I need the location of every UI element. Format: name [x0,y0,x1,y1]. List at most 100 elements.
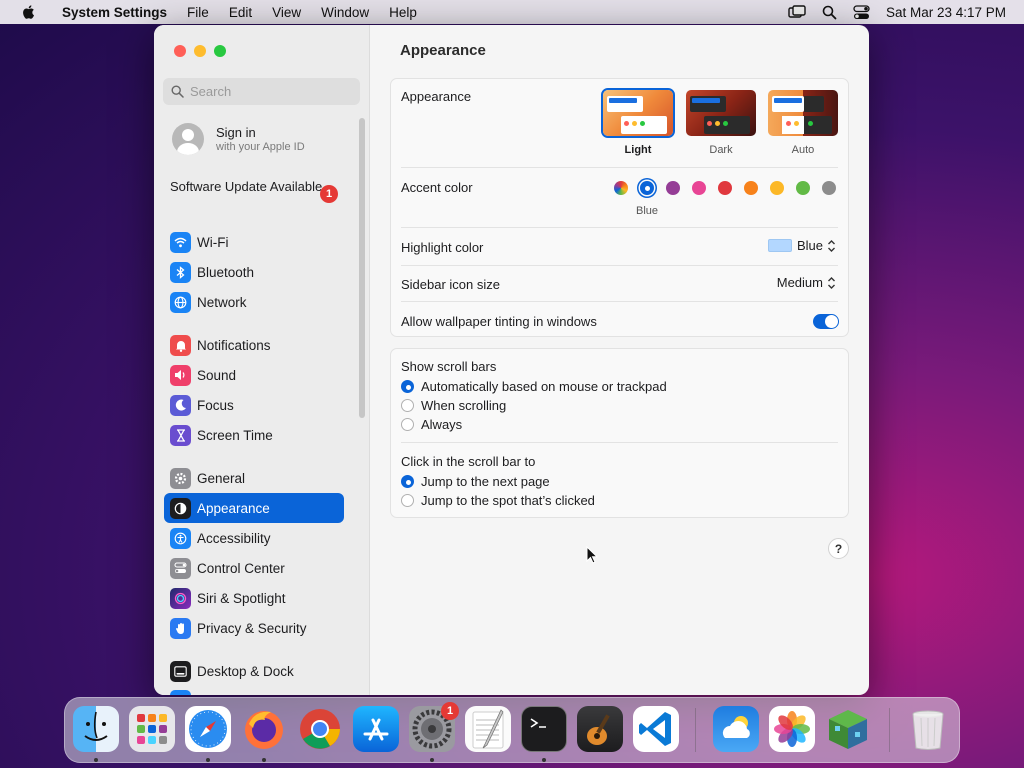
accent-multicolor[interactable] [614,181,628,195]
accent-red[interactable] [718,181,732,195]
sidebar-item-appearance[interactable]: Appearance [164,493,344,523]
close-button[interactable] [174,45,186,57]
mouse-pointer-icon [586,546,598,564]
highlight-color-popup[interactable]: Blue [767,238,836,253]
sidebar-item-privacy-security[interactable]: Privacy & Security [164,613,344,643]
garageband-icon[interactable] [577,706,623,752]
wifi-icon [170,231,191,253]
search-field[interactable]: Search [163,78,360,105]
screen-mirroring-icon[interactable] [788,5,806,19]
sidebar-item-bluetooth[interactable]: Bluetooth [164,257,344,287]
accent-color-label: Accent color [401,180,473,195]
textedit-icon[interactable] [465,706,511,752]
sidebar-item-accessibility[interactable]: Accessibility [164,523,344,553]
sidebar-item-partial [170,690,191,695]
photos-icon[interactable] [769,706,815,752]
scrollbar-option-label: When scrolling [421,398,507,413]
software-update-item[interactable]: Software Update Available [170,179,340,195]
click-option-spot-clicked[interactable]: Jump to the spot that’s clicked [401,493,838,508]
scrollbar-option-always[interactable]: Always [401,417,838,432]
weather-icon[interactable] [713,706,759,752]
light-thumbnail [603,90,673,136]
menu-clock[interactable]: Sat Mar 23 4:17 PM [886,5,1006,20]
sidebar-scrollbar[interactable] [359,118,365,418]
sidebar-item-network[interactable]: Network [164,287,344,317]
sidebar-item-control-center[interactable]: Control Center [164,553,344,583]
accent-orange[interactable] [744,181,758,195]
launchpad-icon[interactable] [129,706,175,752]
radio-button[interactable] [401,380,414,393]
click-option-next-page[interactable]: Jump to the next page [401,474,838,489]
accent-green[interactable] [796,181,810,195]
help-button[interactable]: ? [828,538,849,559]
divider [401,227,838,228]
sidebar-icon-size-value: Medium [776,275,823,290]
trash-icon[interactable] [905,706,951,752]
running-indicator [430,758,434,762]
accessibility-icon [170,527,191,549]
menu-help[interactable]: Help [379,5,427,20]
radio-button[interactable] [401,494,414,507]
hand-icon [170,617,191,639]
terminal-icon[interactable] [521,706,567,752]
globe-icon [170,291,191,313]
highlight-color-value: Blue [796,238,823,253]
accent-purple[interactable] [666,181,680,195]
siri-icon [170,587,191,609]
appearance-option-auto[interactable] [768,90,838,136]
speaker-icon [170,364,191,386]
vscode-icon[interactable] [633,706,679,752]
auto-label: Auto [791,144,815,156]
show-scroll-bars-header: Show scroll bars [401,359,838,374]
radio-button[interactable] [401,475,414,488]
menu-file[interactable]: File [177,5,219,20]
highlight-swatch [767,239,792,252]
scrollbar-option-automatic[interactable]: Automatically based on mouse or trackpad [401,379,838,394]
finder-icon[interactable] [73,706,119,752]
sidebar-item-notifications[interactable]: Notifications [164,330,344,360]
divider [401,301,838,302]
app-store-icon[interactable] [353,706,399,752]
appearance-settings-card: Appearance Light Dark Auto Accent color … [390,78,849,337]
minimize-button[interactable] [194,45,206,57]
highlight-color-label: Highlight color [401,240,484,255]
menu-app-name[interactable]: System Settings [52,5,177,20]
divider [401,442,838,443]
sidebar-item-label: Focus [197,397,234,413]
sidebar-icon-size-popup[interactable]: Medium [777,275,836,290]
sign-in-title: Sign in [216,125,256,140]
radio-button[interactable] [401,418,414,431]
firefox-icon[interactable] [241,706,287,752]
sidebar-item-siri-spotlight[interactable]: Siri & Spotlight [164,583,344,613]
system-settings-icon[interactable]: 1 [409,702,459,752]
sidebar-item-wifi[interactable]: Wi-Fi [164,227,344,257]
apple-logo-icon[interactable] [18,4,38,20]
spotlight-search-icon[interactable] [822,5,837,20]
chrome-icon[interactable] [297,706,343,752]
sidebar-item-screen-time[interactable]: Screen Time [164,420,344,450]
accent-blue[interactable] [640,181,654,195]
sidebar-item-focus[interactable]: Focus [164,390,344,420]
minecraft-icon[interactable] [825,706,871,752]
sidebar-item-general[interactable]: General [164,463,344,493]
sidebar-item-desktop-dock[interactable]: Desktop & Dock [164,656,344,686]
zoom-button[interactable] [214,45,226,57]
menu-view[interactable]: View [262,5,311,20]
control-center-icon[interactable] [853,4,870,20]
radio-button[interactable] [401,399,414,412]
menu-edit[interactable]: Edit [219,5,262,20]
accent-graphite[interactable] [822,181,836,195]
wallpaper-tinting-label: Allow wallpaper tinting in windows [401,314,597,329]
appearance-icon [170,497,191,519]
appearance-option-dark[interactable] [686,90,756,136]
sign-in-item[interactable]: Sign in with your Apple ID [172,123,305,155]
safari-icon[interactable] [185,706,231,752]
accent-pink[interactable] [692,181,706,195]
sidebar-item-sound[interactable]: Sound [164,360,344,390]
menu-window[interactable]: Window [311,5,379,20]
system-settings-badge: 1 [441,702,459,720]
bluetooth-icon [170,261,191,283]
scrollbar-option-when-scrolling[interactable]: When scrolling [401,398,838,413]
wallpaper-tinting-toggle[interactable] [813,314,839,329]
accent-yellow[interactable] [770,181,784,195]
